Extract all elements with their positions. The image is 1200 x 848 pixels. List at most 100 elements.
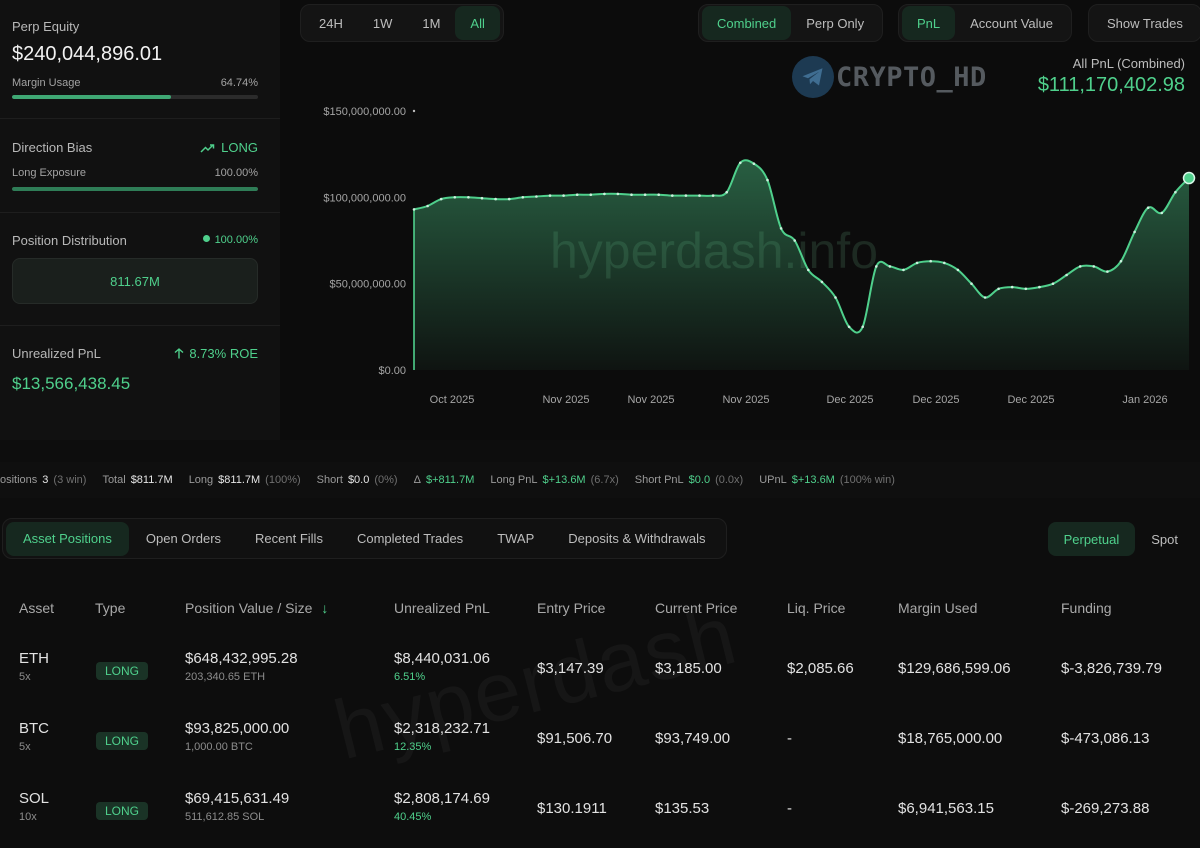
liquidation-price: -	[787, 800, 792, 817]
pnl-data-point	[888, 265, 892, 268]
pnl-data-point	[1133, 230, 1136, 234]
column-header-type[interactable]: Type	[95, 600, 125, 616]
pnl-data-point	[589, 193, 593, 196]
position-value-cell: $69,415,631.49 511,612.85 SOL	[185, 790, 289, 823]
margin-used: $6,941,563.15	[898, 800, 994, 817]
funding: $-269,273.88	[1061, 800, 1150, 817]
tab-twap[interactable]: TWAP	[480, 522, 551, 556]
positions-summary-strip: ositions 3 (3 win) Total $811.7M Long $811.7M (…	[0, 462, 1200, 498]
summary-key: Short PnL	[634, 474, 684, 486]
table-row[interactable]: BTC 5x LONG $93,825,000.00 1,000.00 BTC $2,31…	[0, 706, 1200, 776]
column-header-position-value-size[interactable]: Position Value / Size ↓	[185, 600, 328, 616]
pnl-data-point	[779, 227, 783, 230]
tab-recent-fills[interactable]: Recent Fills	[238, 522, 340, 556]
entry-price: $3,147.39	[537, 660, 604, 677]
column-header-asset[interactable]: Asset	[19, 600, 54, 616]
roe-value: 8.73% ROE	[174, 346, 258, 361]
pnl-data-point	[711, 194, 715, 197]
pnl-data-point	[807, 268, 810, 272]
pnl-data-point	[875, 265, 878, 268]
pnl-data-point	[575, 193, 579, 196]
entry-price: $130.1911	[537, 800, 607, 817]
unrealized-pnl-cell: $2,808,174.69 40.45%	[394, 790, 490, 823]
detail-tabs: Asset Positions Open Orders Recent Fills Co…	[2, 518, 727, 559]
market-perpetual[interactable]: Perpetual	[1047, 522, 1136, 556]
column-header-entry-price[interactable]: Entry Price	[537, 600, 605, 616]
market-spot[interactable]: Spot	[1135, 522, 1194, 556]
trending-up-icon	[200, 143, 215, 153]
position-value: $69,415,631.49	[185, 790, 290, 807]
current-price: $135.53	[655, 800, 710, 817]
pnl-data-point	[1078, 265, 1082, 268]
margin-usage-bar	[12, 95, 258, 99]
summary-item-short: Short $0.0 (0%)	[317, 474, 398, 486]
pnl-data-point	[1119, 259, 1123, 263]
y-tick-label: $50,000,000.00	[330, 279, 406, 291]
pnl-area-chart[interactable]: hyperdash.info$0.00$50,000,000.00$100,00…	[280, 0, 1200, 440]
pnl-data-point	[1092, 265, 1096, 268]
pnl-data-point	[970, 282, 973, 286]
pnl-data-point	[1010, 285, 1014, 289]
current-price: $93,749.00	[655, 730, 731, 747]
account-summary-panel: Perp Equity $240,044,896.01 Margin Usage…	[0, 0, 280, 440]
current-price: $3,185.00	[655, 660, 722, 677]
column-header-label: Asset	[19, 600, 55, 616]
table-row[interactable]: ETH 5x LONG $648,432,995.28 203,340.65 ETH $8…	[0, 636, 1200, 706]
pnl-data-point	[548, 194, 552, 197]
x-tick-label: Dec 2025	[1007, 394, 1054, 406]
pnl-data-point	[956, 268, 960, 272]
summary-item-long: Long $811.7M (100%)	[189, 474, 301, 486]
pnl-data-point	[1146, 206, 1150, 209]
column-header-current-price[interactable]: Current Price	[655, 600, 737, 616]
pnl-data-point	[1106, 270, 1109, 273]
pnl-data-point	[847, 325, 851, 329]
y-tick-label: $150,000,000.00	[323, 106, 406, 118]
position-value: $648,432,995.28	[185, 650, 298, 667]
column-header-funding[interactable]: Funding	[1061, 600, 1112, 616]
summary-value: $811.7M	[218, 474, 261, 486]
funding: $-473,086.13	[1061, 730, 1150, 747]
status-dot-icon	[202, 235, 210, 242]
pnl-data-point	[521, 196, 525, 199]
pnl-latest-point[interactable]	[1182, 171, 1196, 185]
column-header-unrealized-pnl[interactable]: Unrealized PnL	[394, 600, 490, 616]
pnl-data-point	[752, 162, 756, 165]
divider	[0, 325, 280, 326]
pnl-data-point	[684, 194, 688, 197]
column-header-liq-price[interactable]: Liq. Price	[787, 600, 845, 616]
roe-text: 8.73% ROE	[189, 346, 258, 361]
pnl-data-point	[1024, 287, 1028, 291]
pnl-data-point	[630, 193, 633, 196]
column-header-label: Current Price	[655, 600, 738, 616]
summary-key: Long	[188, 474, 214, 486]
y-tick-label: $0.00	[378, 365, 406, 377]
unrealized-pnl: $8,440,031.06	[394, 650, 490, 667]
position-distribution-box[interactable]: 811.67M	[12, 258, 258, 304]
position-value-cell: $648,432,995.28 203,340.65 ETH	[185, 650, 298, 683]
pnl-data-point	[739, 161, 742, 165]
x-tick-label: Oct 2025	[430, 394, 475, 406]
tab-asset-positions[interactable]: Asset Positions	[6, 521, 129, 556]
summary-value: $0.0	[688, 474, 711, 486]
market-toggle: Perpetual Spot	[1047, 520, 1194, 558]
tab-open-orders[interactable]: Open Orders	[129, 522, 238, 556]
type-badge: LONG	[96, 732, 149, 750]
column-header-label: Entry Price	[537, 600, 606, 616]
pnl-data-point	[507, 197, 511, 201]
pnl-data-point	[494, 197, 497, 201]
pnl-data-point	[983, 296, 987, 299]
x-tick-label: Nov 2025	[722, 394, 769, 406]
table-row[interactable]: SOL 10x LONG $69,415,631.49 511,612.85 SOL $2…	[0, 776, 1200, 846]
unrealized-pnl-cell: $2,318,232.71 12.35%	[394, 720, 490, 753]
tab-deposits-withdrawals[interactable]: Deposits & Withdrawals	[551, 522, 722, 556]
column-header-margin-used[interactable]: Margin Used	[898, 600, 977, 616]
summary-key: ositions	[0, 474, 38, 486]
summary-note: (100% win)	[839, 474, 895, 486]
tab-completed-trades[interactable]: Completed Trades	[340, 522, 480, 556]
summary-value: 3	[42, 474, 49, 486]
type-badge: LONG	[96, 662, 149, 680]
asset-leverage: 5x	[19, 671, 31, 683]
position-distribution-value: 100.00%	[202, 234, 258, 246]
summary-item-delta: Δ $+811.7M	[414, 474, 475, 486]
unrealized-pnl-value: $13,566,438.45	[12, 374, 131, 393]
